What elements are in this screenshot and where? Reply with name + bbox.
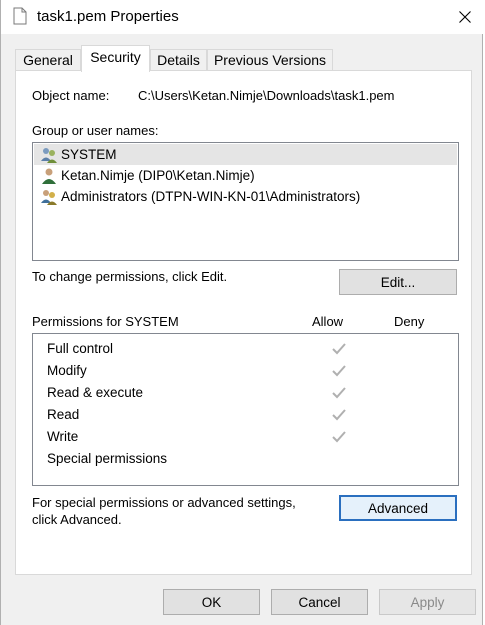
window-title: task1.pem Properties xyxy=(37,8,179,25)
tab-security[interactable]: Security xyxy=(81,45,150,72)
list-item-administrators[interactable]: Administrators (DTPN-WIN-KN-01\Administr… xyxy=(34,186,457,207)
permission-row-write: Write xyxy=(47,426,447,448)
security-panel: Object name: C:\Users\Ketan.Nimje\Downlo… xyxy=(15,70,472,575)
user-name: Ketan.Nimje (DIP0\Ketan.Nimje) xyxy=(61,168,255,183)
user-icon xyxy=(42,168,56,184)
permission-name: Read xyxy=(47,407,80,422)
permissions-for-label: Permissions for SYSTEM xyxy=(32,314,179,329)
advanced-button[interactable]: Advanced xyxy=(339,495,457,521)
tab-general[interactable]: General xyxy=(15,49,81,71)
apply-button[interactable]: Apply xyxy=(379,589,476,615)
properties-dialog: task1.pem Properties General Security De… xyxy=(0,0,484,625)
advanced-hint-line2: click Advanced. xyxy=(32,512,122,527)
allow-column-header: Allow xyxy=(312,314,344,329)
close-button[interactable] xyxy=(446,0,484,34)
permission-row-read: Read xyxy=(47,404,447,426)
permission-row-modify: Modify xyxy=(47,360,447,382)
close-icon xyxy=(459,11,471,23)
permission-row-full-control: Full control xyxy=(47,338,447,360)
allow-checkmark-icon xyxy=(332,365,346,377)
list-item-ketan[interactable]: Ketan.Nimje (DIP0\Ketan.Nimje) xyxy=(34,165,457,186)
cancel-button[interactable]: Cancel xyxy=(271,589,368,615)
allow-checkmark-icon xyxy=(332,387,346,399)
permission-row-special: Special permissions xyxy=(47,448,447,470)
allow-checkmark-icon xyxy=(332,409,346,421)
allow-checkmark-icon xyxy=(332,343,346,355)
user-name: SYSTEM xyxy=(61,147,117,162)
tab-previous-versions[interactable]: Previous Versions xyxy=(207,49,333,71)
permissions-list[interactable]: Full control Modify Read & execute Read … xyxy=(32,333,459,486)
file-icon xyxy=(13,7,27,25)
title-bar[interactable]: task1.pem Properties xyxy=(1,0,484,34)
ok-button[interactable]: OK xyxy=(163,589,260,615)
tab-details[interactable]: Details xyxy=(150,49,207,71)
deny-column-header: Deny xyxy=(394,314,425,329)
list-item-system[interactable]: SYSTEM xyxy=(34,144,457,165)
change-permissions-hint: To change permissions, click Edit. xyxy=(32,269,228,284)
user-list[interactable]: SYSTEM Ketan.Nimje (DIP0\Ketan.Nimje) Ad… xyxy=(32,142,459,261)
permission-name: Write xyxy=(47,429,79,444)
users-group-icon xyxy=(41,148,57,163)
user-name: Administrators (DTPN-WIN-KN-01\Administr… xyxy=(61,189,361,204)
permission-name: Full control xyxy=(47,341,114,356)
permission-name: Modify xyxy=(47,363,87,378)
group-names-label: Group or user names: xyxy=(32,123,159,138)
object-name-value: C:\Users\Ketan.Nimje\Downloads\task1.pem xyxy=(138,88,395,103)
permission-name: Read & execute xyxy=(47,385,144,400)
object-name-label: Object name: xyxy=(32,88,110,103)
allow-checkmark-icon xyxy=(332,431,346,443)
permission-name: Special permissions xyxy=(47,451,168,466)
permission-row-read-execute: Read & execute xyxy=(47,382,447,404)
users-group-icon xyxy=(41,190,57,205)
advanced-hint-line1: For special permissions or advanced sett… xyxy=(32,495,296,510)
edit-button[interactable]: Edit... xyxy=(339,269,457,295)
